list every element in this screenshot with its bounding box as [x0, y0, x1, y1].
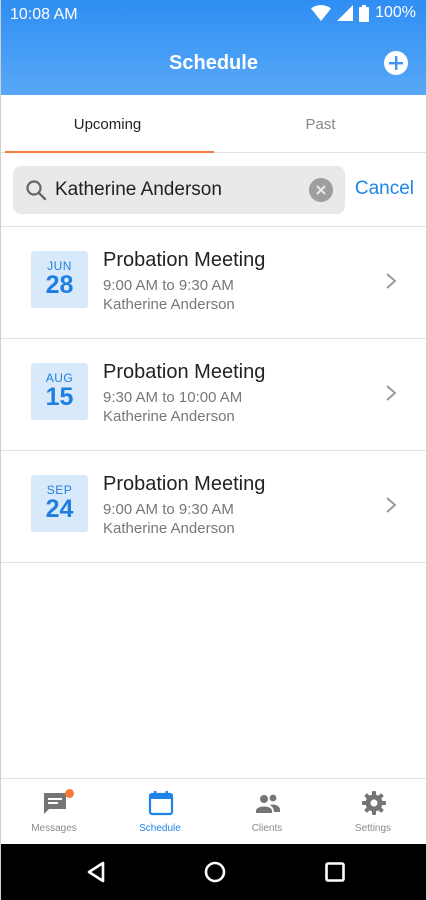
appointment-title: Probation Meeting [103, 249, 266, 271]
tab-past[interactable]: Past [214, 95, 427, 153]
close-icon [316, 185, 326, 195]
appointment-title: Probation Meeting [103, 473, 266, 495]
tab-upcoming-label: Upcoming [73, 115, 142, 133]
nav-label: Clients [251, 823, 283, 834]
people-icon [256, 794, 280, 813]
wifi-icon [311, 5, 332, 21]
nav-label: Schedule [139, 823, 181, 834]
schedule-tabs: Upcoming Past [1, 95, 426, 153]
search-field[interactable] [13, 166, 345, 214]
status-bar: 10:08 AM 100% [1, 0, 426, 30]
recents-icon[interactable] [323, 860, 347, 884]
home-icon[interactable] [203, 860, 227, 884]
gear-icon [362, 791, 386, 815]
date-day: 15 [45, 383, 74, 411]
tab-past-label: Past [305, 115, 336, 133]
nav-settings[interactable]: Settings [320, 779, 426, 845]
date-day: 28 [45, 271, 74, 299]
appointment-client: Katherine Anderson [103, 296, 235, 313]
add-appointment-button[interactable] [384, 51, 408, 75]
nav-schedule[interactable]: Schedule [107, 779, 213, 845]
appointment-title: Probation Meeting [103, 361, 266, 383]
search-icon [26, 180, 47, 201]
appointment-item[interactable]: AUG 15 Probation Meeting 9:30 AM to 10:0… [1, 339, 426, 451]
status-icons: 100% [311, 4, 416, 22]
battery-percent: 100% [375, 4, 416, 21]
date-day: 24 [45, 495, 74, 523]
date-badge: AUG 15 [31, 363, 88, 420]
appointment-time: 9:00 AM to 9:30 AM [103, 277, 234, 294]
tab-upcoming[interactable]: Upcoming [1, 95, 214, 153]
appointment-item[interactable]: SEP 24 Probation Meeting 9:00 AM to 9:30… [1, 451, 426, 563]
plus-icon [389, 56, 403, 70]
appointment-time: 9:00 AM to 9:30 AM [103, 501, 234, 518]
chevron-right-icon [386, 497, 397, 513]
page-title: Schedule [169, 52, 258, 74]
system-navigation-bar [1, 844, 426, 900]
app-header: 10:08 AM 100% Schedule [1, 0, 426, 95]
signal-icon [337, 5, 354, 21]
chevron-right-icon [386, 385, 397, 401]
notification-badge [65, 789, 74, 798]
appointment-list: JUN 28 Probation Meeting 9:00 AM to 9:30… [1, 227, 426, 563]
cancel-button[interactable]: Cancel [355, 178, 414, 200]
date-badge: SEP 24 [31, 475, 88, 532]
appointment-client: Katherine Anderson [103, 408, 235, 425]
nav-label: Settings [354, 823, 392, 834]
date-badge: JUN 28 [31, 251, 88, 308]
appointment-client: Katherine Anderson [103, 520, 235, 537]
clear-search-button[interactable] [309, 178, 333, 202]
chevron-right-icon [386, 273, 397, 289]
search-bar: Cancel [1, 153, 426, 227]
bottom-navigation: Messages Schedule Clients Settings [1, 778, 426, 844]
appointment-item[interactable]: JUN 28 Probation Meeting 9:00 AM to 9:30… [1, 227, 426, 339]
back-icon[interactable] [85, 860, 109, 884]
status-time: 10:08 AM [10, 6, 78, 23]
appointment-time: 9:30 AM to 10:00 AM [103, 389, 243, 406]
nav-messages[interactable]: Messages [1, 779, 107, 845]
nav-clients[interactable]: Clients [214, 779, 320, 845]
search-input[interactable] [55, 178, 305, 202]
app-screen: 10:08 AM 100% Schedule Upcoming Past Kat… [0, 0, 427, 900]
calendar-icon [148, 791, 174, 816]
battery-icon [359, 4, 370, 22]
nav-label: Messages [31, 823, 77, 834]
